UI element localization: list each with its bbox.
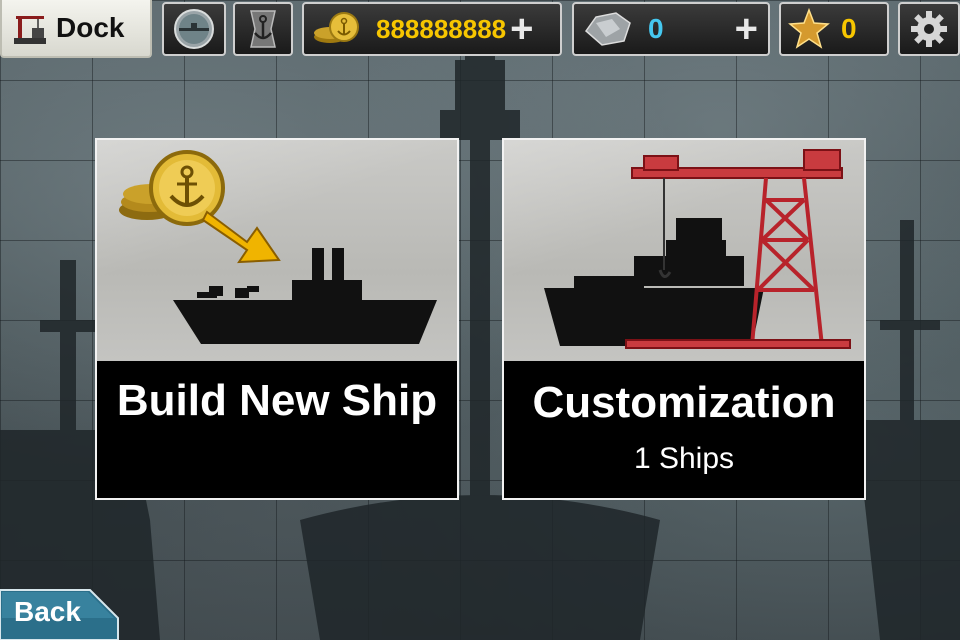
build-new-ship-card[interactable]: Build New Ship <box>95 138 459 500</box>
customization-ship-count: 1 Ships <box>633 442 735 475</box>
emblem-button[interactable] <box>233 2 293 56</box>
customization-illustration <box>544 149 851 349</box>
back-button[interactable]: Back <box>0 588 120 640</box>
warship-silhouette <box>173 248 437 344</box>
dock-crane-icon <box>14 16 46 44</box>
customization-card[interactable]: Customization 1 Ships <box>502 138 866 500</box>
ore-panel: 0 + <box>572 2 770 56</box>
arrow-icon <box>201 210 281 264</box>
warship-silhouette <box>544 218 764 346</box>
ore-icon <box>584 12 631 46</box>
add-ore-button[interactable]: + <box>735 9 758 49</box>
dock-tab[interactable]: Dock <box>0 0 152 58</box>
star-icon <box>788 7 830 49</box>
customization-title: Customization <box>532 378 836 427</box>
top-bar: Dock 888888888 + 0 + 0 <box>0 0 960 60</box>
anchor-emblem-icon <box>250 10 276 48</box>
coin-icon <box>314 12 359 43</box>
coins-panel: 888888888 + <box>302 2 562 56</box>
add-coins-button[interactable]: + <box>510 9 533 49</box>
periscope-icon <box>174 9 214 49</box>
build-illustration <box>119 150 437 344</box>
coins-value: 888888888 <box>376 13 507 44</box>
build-new-ship-title: Build New Ship <box>116 376 438 425</box>
dock-label: Dock <box>56 12 125 43</box>
gear-icon <box>911 11 947 47</box>
build-card-art <box>97 140 457 361</box>
back-label: Back <box>14 596 81 627</box>
customization-card-art <box>504 140 864 361</box>
stars-value: 0 <box>841 13 857 44</box>
stars-panel: 0 <box>779 2 889 56</box>
settings-button[interactable] <box>898 2 960 56</box>
periscope-button[interactable] <box>162 2 226 56</box>
ore-value: 0 <box>648 13 664 44</box>
